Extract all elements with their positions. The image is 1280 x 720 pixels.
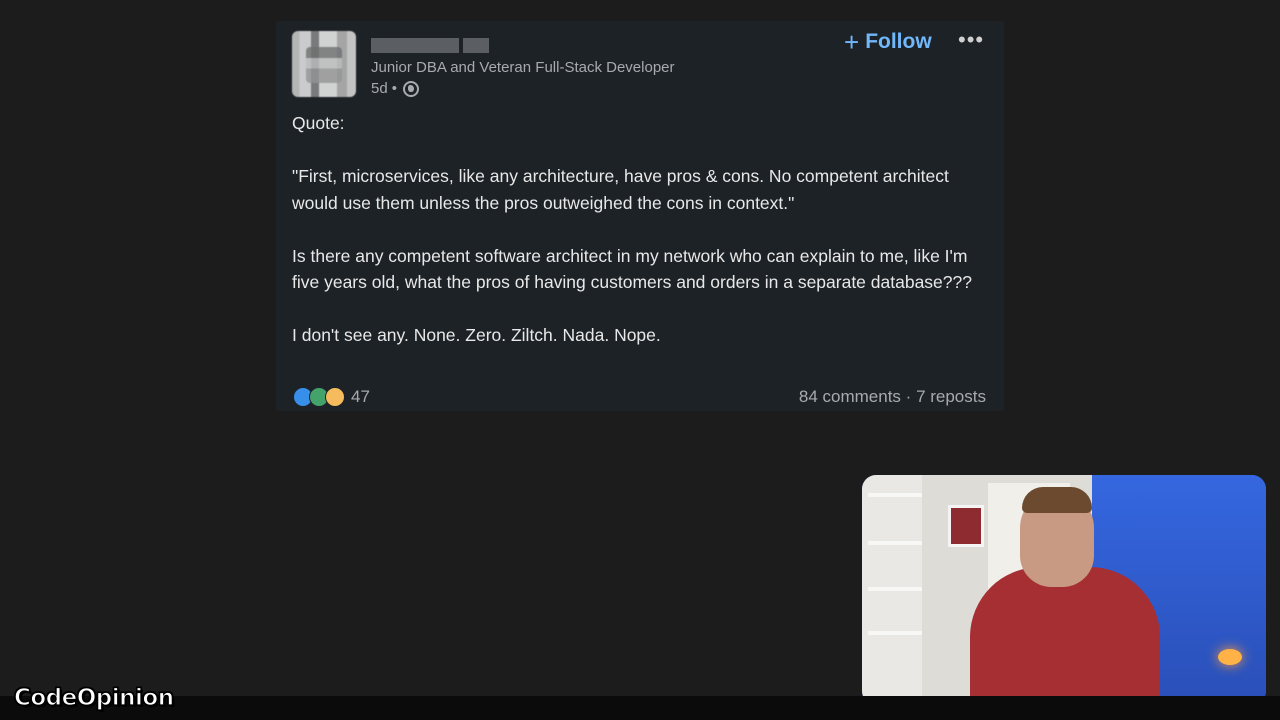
codeopinion-logo: CodeOpinion <box>13 684 174 711</box>
presenter-hair <box>1022 487 1092 513</box>
wall-painting <box>948 505 984 547</box>
lamp <box>1218 649 1242 665</box>
post-paragraph: I don't see any. None. Zero. Ziltch. Nad… <box>292 325 661 345</box>
follow-label: Follow <box>865 30 932 53</box>
bottom-bar <box>0 696 1280 720</box>
author-headline: Junior DBA and Veteran Full-Stack Develo… <box>371 59 675 76</box>
author-avatar[interactable] <box>292 31 356 97</box>
post-time: 5d <box>371 80 388 97</box>
linkedin-post-card: Junior DBA and Veteran Full-Stack Develo… <box>276 21 1004 411</box>
webcam-overlay <box>862 475 1266 705</box>
post-paragraph: Quote: <box>292 113 345 133</box>
reactions-summary[interactable]: 47 <box>293 387 370 407</box>
comments-count-link[interactable]: 84 comments <box>799 387 901 406</box>
post-meta: 5d • <box>371 80 419 97</box>
follow-button[interactable]: + Follow <box>844 29 932 55</box>
stats-separator: · <box>905 387 912 406</box>
plus-icon: + <box>844 27 860 57</box>
post-body: Quote: "First, microservices, like any a… <box>292 110 992 349</box>
meta-separator: • <box>391 80 397 97</box>
reaction-count: 47 <box>351 387 370 406</box>
author-name-blurred[interactable] <box>371 38 489 53</box>
bookshelf <box>862 475 922 705</box>
post-paragraph: "First, microservices, like any architec… <box>292 166 949 213</box>
post-stats: 84 comments · 7 reposts <box>799 387 986 407</box>
insightful-icon <box>325 387 345 407</box>
globe-icon <box>402 80 419 97</box>
reposts-count-link[interactable]: 7 reposts <box>916 387 986 406</box>
presenter-hoodie <box>970 567 1160 705</box>
post-paragraph: Is there any competent software architec… <box>292 245 972 293</box>
video-frame: Junior DBA and Veteran Full-Stack Develo… <box>0 0 1280 720</box>
more-options-icon[interactable]: ••• <box>958 27 984 53</box>
